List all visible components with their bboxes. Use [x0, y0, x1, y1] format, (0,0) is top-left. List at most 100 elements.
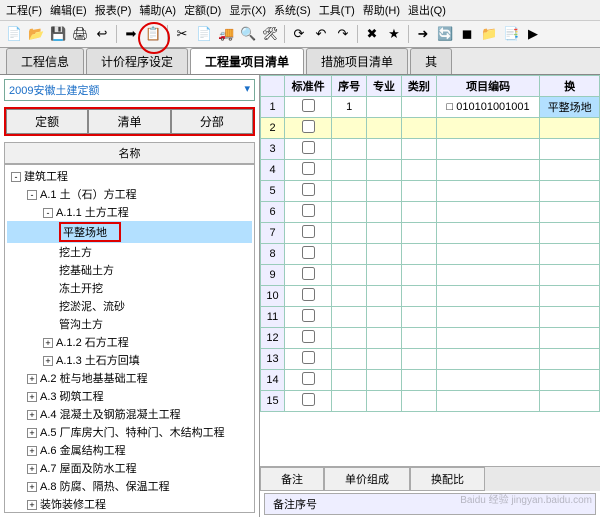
toolbar-icon[interactable]: 🛠: [262, 26, 278, 42]
menu-item[interactable]: 辅助(A): [137, 2, 178, 18]
toolbar-icon[interactable]: 📑: [503, 26, 519, 42]
toolbar-icon[interactable]: 📂: [28, 26, 44, 42]
table-row[interactable]: 10: [261, 286, 600, 307]
menu-item[interactable]: 显示(X): [227, 2, 268, 18]
menu-item[interactable]: 系统(S): [272, 2, 313, 18]
table-row[interactable]: 9: [261, 265, 600, 286]
standard-checkbox[interactable]: [302, 204, 315, 217]
table-row[interactable]: 15: [261, 391, 600, 412]
toolbar-icon[interactable]: ▶: [525, 26, 541, 42]
tree-node[interactable]: 挖土方: [7, 243, 252, 261]
table-row[interactable]: 11: [261, 307, 600, 328]
tree-node[interactable]: +A.1.3 土石方回填: [7, 351, 252, 369]
menu-item[interactable]: 工具(T): [317, 2, 357, 18]
column-header[interactable]: 标准件: [285, 76, 332, 97]
tree-node[interactable]: +A.2 桩与地基基础工程: [7, 369, 252, 387]
column-header[interactable]: 专业: [367, 76, 402, 97]
standard-checkbox[interactable]: [302, 267, 315, 280]
collapse-icon[interactable]: -: [43, 208, 53, 218]
menu-item[interactable]: 报表(P): [93, 2, 134, 18]
tree-node[interactable]: 挖基础土方: [7, 261, 252, 279]
collapse-icon[interactable]: -: [27, 190, 37, 200]
toolbar-icon[interactable]: 🚚: [218, 26, 234, 42]
toolbar-icon[interactable]: 📁: [481, 26, 497, 42]
standard-checkbox[interactable]: [302, 351, 315, 364]
column-header[interactable]: 换: [540, 76, 600, 97]
standard-checkbox[interactable]: [302, 309, 315, 322]
sub-tab[interactable]: 换配比: [410, 467, 485, 491]
expand-icon[interactable]: +: [43, 338, 53, 348]
table-row[interactable]: 5: [261, 181, 600, 202]
standard-checkbox[interactable]: [302, 288, 315, 301]
standard-checkbox[interactable]: [302, 141, 315, 154]
tree-node[interactable]: 挖淤泥、流砂: [7, 297, 252, 315]
mode-button[interactable]: 清单: [88, 109, 170, 134]
table-row[interactable]: 2: [261, 118, 600, 139]
tab[interactable]: 计价程序设定: [86, 48, 188, 74]
standard-checkbox[interactable]: [302, 372, 315, 385]
standard-checkbox[interactable]: [302, 246, 315, 259]
standard-checkbox[interactable]: [302, 183, 315, 196]
tab[interactable]: 工程量项目清单: [190, 48, 304, 74]
toolbar-icon[interactable]: 🖨: [72, 26, 88, 42]
expand-icon[interactable]: +: [27, 392, 37, 402]
tree[interactable]: -建筑工程-A.1 土（石）方工程-A.1.1 土方工程平整场地挖土方挖基础土方…: [4, 164, 255, 513]
table-row[interactable]: 3: [261, 139, 600, 160]
table-row[interactable]: 13: [261, 349, 600, 370]
menu-item[interactable]: 编辑(E): [48, 2, 89, 18]
toolbar-icon[interactable]: 📄: [6, 26, 22, 42]
column-header[interactable]: 项目编码: [436, 76, 540, 97]
tree-node[interactable]: +A.1.2 石方工程: [7, 333, 252, 351]
toolbar-icon[interactable]: ↶: [313, 26, 329, 42]
menu-item[interactable]: 定额(D): [182, 2, 223, 18]
menu-item[interactable]: 退出(Q): [406, 2, 448, 18]
tree-node[interactable]: 管沟土方: [7, 315, 252, 333]
tree-node[interactable]: +装饰装修工程: [7, 495, 252, 513]
tab[interactable]: 工程信息: [6, 48, 84, 74]
toolbar-icon[interactable]: 📋: [145, 26, 161, 42]
table-row[interactable]: 4: [261, 160, 600, 181]
standard-checkbox[interactable]: [302, 225, 315, 238]
tree-node[interactable]: +A.7 屋面及防水工程: [7, 459, 252, 477]
tree-node[interactable]: +A.3 砌筑工程: [7, 387, 252, 405]
expand-icon[interactable]: +: [43, 356, 53, 366]
tree-node[interactable]: -建筑工程: [7, 167, 252, 185]
grid[interactable]: 标准件序号专业类别项目编码换 11□ 010101001001平整场地23456…: [260, 75, 600, 466]
table-row[interactable]: 6: [261, 202, 600, 223]
tree-node[interactable]: 平整场地: [7, 221, 252, 243]
toolbar-icon[interactable]: ➜: [415, 26, 431, 42]
menu-item[interactable]: 工程(F): [4, 2, 44, 18]
toolbar-icon[interactable]: 🔄: [437, 26, 453, 42]
tree-node[interactable]: +A.8 防腐、隔热、保温工程: [7, 477, 252, 495]
toolbar-icon[interactable]: 📄: [196, 26, 212, 42]
toolbar-icon[interactable]: 💾: [50, 26, 66, 42]
expand-icon[interactable]: +: [27, 374, 37, 384]
tree-node[interactable]: +A.6 金属结构工程: [7, 441, 252, 459]
standard-checkbox[interactable]: [302, 120, 315, 133]
toolbar-icon[interactable]: ➡: [123, 26, 139, 42]
expand-icon[interactable]: +: [27, 410, 37, 420]
toolbar-icon[interactable]: ✖: [364, 26, 380, 42]
mode-button[interactable]: 定额: [6, 109, 88, 134]
tab[interactable]: 措施项目清单: [306, 48, 408, 74]
toolbar-icon[interactable]: ★: [386, 26, 402, 42]
table-row[interactable]: 14: [261, 370, 600, 391]
tree-node[interactable]: -A.1 土（石）方工程: [7, 185, 252, 203]
expand-icon[interactable]: +: [27, 446, 37, 456]
toolbar-icon[interactable]: ↩: [94, 26, 110, 42]
column-header[interactable]: 序号: [332, 76, 367, 97]
toolbar-icon[interactable]: 🔍: [240, 26, 256, 42]
table-row[interactable]: 11□ 010101001001平整场地: [261, 97, 600, 118]
sub-tab[interactable]: 备注: [260, 467, 324, 491]
tree-node[interactable]: +A.4 混凝土及钢筋混凝土工程: [7, 405, 252, 423]
menu-item[interactable]: 帮助(H): [361, 2, 402, 18]
standard-checkbox[interactable]: [302, 162, 315, 175]
expand-icon[interactable]: +: [27, 464, 37, 474]
mode-button[interactable]: 分部: [171, 109, 253, 134]
expand-icon[interactable]: +: [27, 500, 37, 510]
sub-tab[interactable]: 单价组成: [324, 467, 410, 491]
collapse-icon[interactable]: -: [11, 172, 21, 182]
standard-checkbox[interactable]: [302, 99, 315, 112]
expand-icon[interactable]: +: [27, 482, 37, 492]
tree-node[interactable]: +A.5 厂库房大门、特种门、木结构工程: [7, 423, 252, 441]
